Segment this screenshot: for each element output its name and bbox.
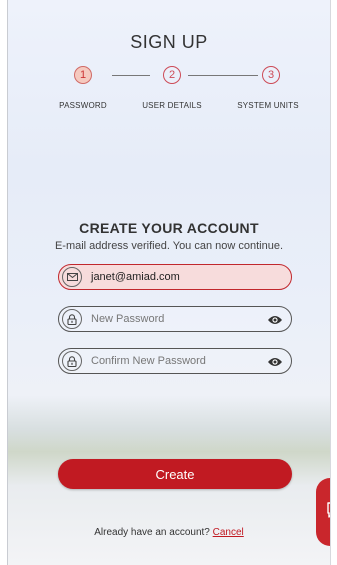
new-password-field[interactable]: New Password — [58, 306, 292, 332]
chat-bubble-icon — [326, 501, 330, 524]
footer-prompt: Already have an account? — [94, 527, 210, 538]
form-subheading: E-mail address verified. You can now con… — [54, 240, 284, 252]
step-2-circle: 2 — [163, 66, 181, 84]
chat-button[interactable] — [316, 478, 330, 546]
email-field[interactable]: janet@amiad.com — [58, 264, 292, 290]
lock-icon — [62, 351, 82, 371]
new-password-placeholder: New Password — [91, 313, 165, 325]
eye-icon[interactable] — [267, 355, 283, 367]
step-3-label: SYSTEM UNITS — [237, 101, 299, 110]
envelope-icon — [62, 267, 82, 287]
step-1-circle: 1 — [74, 66, 92, 84]
eye-icon[interactable] — [267, 313, 283, 325]
step-2-label: USER DETAILS — [142, 101, 202, 110]
confirm-password-field[interactable]: Confirm New Password — [58, 348, 292, 374]
step-indicator: 1 2 3 PASSWORD USER DETAILS SYSTEM UNITS — [8, 66, 330, 116]
form-heading: CREATE YOUR ACCOUNT — [79, 220, 259, 236]
email-value: janet@amiad.com — [91, 271, 180, 283]
signup-screen: SIGN UP 1 2 3 PASSWORD USER DETAILS SYST… — [7, 0, 331, 565]
page-title: SIGN UP — [130, 32, 208, 52]
create-button[interactable]: Create — [58, 459, 292, 489]
cancel-link[interactable]: Cancel — [213, 527, 244, 538]
confirm-password-placeholder: Confirm New Password — [91, 355, 206, 367]
step-3-circle: 3 — [262, 66, 280, 84]
step-connector — [112, 75, 150, 76]
lock-icon — [62, 309, 82, 329]
step-connector — [188, 75, 258, 76]
footer: Already have an account? Cancel — [8, 527, 330, 538]
step-1-label: PASSWORD — [59, 101, 107, 110]
